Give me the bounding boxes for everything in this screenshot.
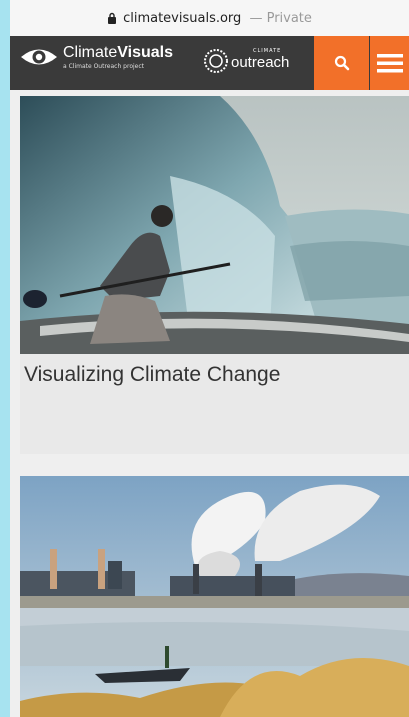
search-button[interactable] [314,36,369,90]
hamburger-menu-icon [376,54,403,73]
lock-icon [108,12,117,24]
power-plant-photo [20,476,409,717]
partner-small-label: CLIMATE [253,47,282,54]
article-card-visualizing-climate-change[interactable]: Visualizing Climate Change [20,96,409,454]
iceberg-photo [20,96,409,354]
brand-suffix: Visuals [117,44,173,61]
eye-logo-icon [21,49,57,65]
brand-prefix: Climate [63,44,118,61]
partner-name: outreach [231,53,290,71]
card-title[interactable]: Visualizing Climate Change [24,363,280,387]
article-card-power-plant[interactable] [20,476,409,717]
menu-button[interactable] [370,36,409,90]
page-frame: climatevisuals.org — Private ClimateVisu… [10,0,409,717]
climate-visuals-logo[interactable]: ClimateVisuals a Climate Outreach projec… [20,44,173,70]
search-icon [334,55,349,71]
private-label: Private [266,10,312,26]
brand-tagline: a Climate Outreach project [63,63,144,70]
outreach-seal-icon [204,49,228,73]
url-text: climatevisuals.org [123,10,242,26]
site-header: ClimateVisuals a Climate Outreach projec… [10,36,409,90]
climate-outreach-logo[interactable]: CLIMATE outreach [203,48,289,74]
browser-url-bar[interactable]: climatevisuals.org — Private [10,0,409,36]
url-separator: — [249,10,263,26]
